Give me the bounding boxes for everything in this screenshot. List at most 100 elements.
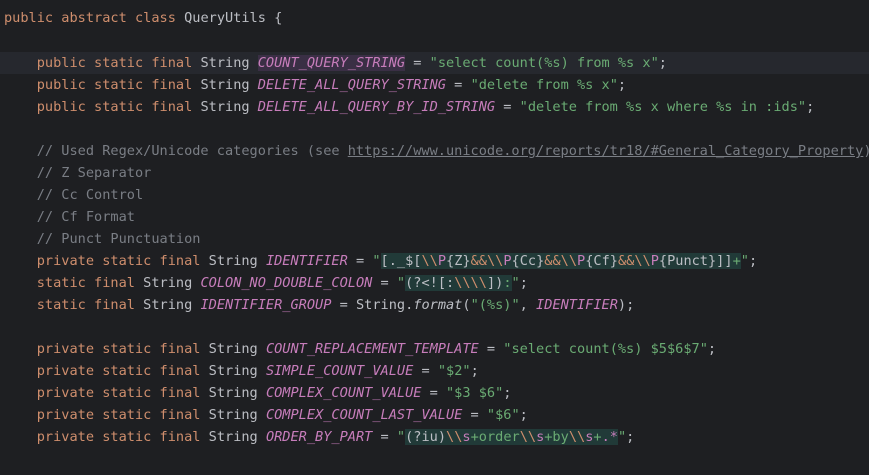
string-literal: "(?iu)\\s+order\\s+by\\s+.*" <box>396 429 627 445</box>
code-editor[interactable]: public abstract class QueryUtils { publi… <box>0 0 869 475</box>
comment-text: // Cf Format <box>36 209 135 225</box>
type-name: String <box>208 407 258 423</box>
code-line-complex-count[interactable]: private static final String COMPLEX_COUN… <box>0 382 512 404</box>
field-name: IDENTIFIER <box>265 253 348 269</box>
comment-text: // Cc Control <box>36 187 144 203</box>
keyword: public <box>36 77 86 93</box>
string-literal: "delete from %s x" <box>470 77 618 93</box>
keyword: private <box>36 385 95 401</box>
keyword: final <box>159 429 201 445</box>
regex-injection: (?iu)\\s+order\\s+by\\s+.* <box>405 429 618 445</box>
keyword: private <box>36 341 95 357</box>
code-line-delete-all[interactable]: public static final String DELETE_ALL_QU… <box>0 74 626 96</box>
string-literal: "delete from %s x where %s in :ids" <box>519 99 807 115</box>
code-line-comment-cf[interactable]: // Cf Format <box>0 206 135 228</box>
keyword: static <box>36 275 86 291</box>
type-name: String <box>208 341 258 357</box>
string-literal: "select count(%s) from %s x" <box>429 55 659 71</box>
code-line-identifier-group[interactable]: static final String IDENTIFIER_GROUP = S… <box>0 294 635 316</box>
type-name: String <box>143 297 193 313</box>
field-name: COUNT_REPLACEMENT_TEMPLATE <box>265 341 479 357</box>
keyword: static <box>102 341 152 357</box>
code-line-delete-by-id[interactable]: public static final String DELETE_ALL_QU… <box>0 96 815 118</box>
keyword: final <box>159 385 201 401</box>
string-literal: "[._$[\\P{Z}&&\\P{Cc}&&\\P{Cf}&&\\P{Punc… <box>372 253 749 269</box>
code-line-comment-cc[interactable]: // Cc Control <box>0 184 143 206</box>
field-name: IDENTIFIER_GROUP <box>200 297 332 313</box>
comment-text: // Used Regex/Unicode categories (see <box>36 143 348 159</box>
code-line-identifier[interactable]: private static final String IDENTIFIER =… <box>0 250 757 272</box>
comment-text: ): <box>863 143 869 159</box>
keyword: final <box>159 407 201 423</box>
comment-text: // Z Separator <box>36 165 152 181</box>
keyword: static <box>94 99 144 115</box>
string-literal: "$3 $6" <box>446 385 504 401</box>
code-line-count-query[interactable]: public static final String COUNT_QUERY_S… <box>0 52 869 74</box>
keyword: final <box>151 55 193 71</box>
comment-text: // Punct Punctuation <box>36 231 201 247</box>
field-name: SIMPLE_COUNT_VALUE <box>265 363 414 379</box>
string-literal: "select count(%s) $5$6$7" <box>503 341 708 357</box>
type-name: String <box>200 99 250 115</box>
field-name: COMPLEX_COUNT_LAST_VALUE <box>265 407 463 423</box>
keyword: final <box>159 341 201 357</box>
keyword: static <box>94 55 144 71</box>
code-line-count-template[interactable]: private static final String COUNT_REPLAC… <box>0 338 716 360</box>
method-call: format <box>413 297 463 313</box>
field-name: COLON_NO_DOUBLE_COLON <box>200 275 373 291</box>
type-name: String <box>200 77 250 93</box>
field-name: DELETE_ALL_QUERY_STRING <box>257 77 446 93</box>
code-line-colon[interactable]: static final String COLON_NO_DOUBLE_COLO… <box>0 272 528 294</box>
regex-injection: (?<![:\\\\]): <box>405 275 512 291</box>
type-name: String <box>208 363 258 379</box>
keyword: private <box>36 363 95 379</box>
code-line-comment-regex[interactable]: // Used Regex/Unicode categories (see ht… <box>0 140 869 162</box>
code-line-order-by[interactable]: private static final String ORDER_BY_PAR… <box>0 426 634 448</box>
keyword: static <box>102 253 152 269</box>
keyword: final <box>151 99 193 115</box>
type-name: String <box>208 253 258 269</box>
regex-injection: [._$[\\P{Z}&&\\P{Cc}&&\\P{Cf}&&\\P{Punct… <box>380 253 741 269</box>
keyword: private <box>36 429 95 445</box>
keyword: static <box>36 297 86 313</box>
keyword: final <box>151 77 193 93</box>
keyword: static <box>94 77 144 93</box>
type-name: String <box>208 385 258 401</box>
brace: { <box>265 10 283 26</box>
field-name: ORDER_BY_PART <box>265 429 373 445</box>
keyword: final <box>94 297 135 313</box>
field-name: COMPLEX_COUNT_VALUE <box>265 385 422 401</box>
type-name: String <box>355 297 406 313</box>
type-name: String <box>143 275 193 291</box>
keyword: static <box>102 385 152 401</box>
type-name: String <box>200 55 250 71</box>
keyword: static <box>102 363 152 379</box>
keyword: static <box>102 429 152 445</box>
string-literal: "(?<![:\\\\]):" <box>396 275 520 291</box>
keyword: abstract <box>61 10 127 26</box>
keyword: static <box>102 407 152 423</box>
type-name: String <box>208 429 258 445</box>
keyword: public <box>4 10 54 26</box>
keyword: final <box>159 253 201 269</box>
code-line-simple-count[interactable]: private static final String SIMPLE_COUNT… <box>0 360 479 382</box>
class-name: QueryUtils <box>184 10 266 26</box>
keyword: private <box>36 253 95 269</box>
string-literal: "$2" <box>437 363 471 379</box>
string-literal: "(%s)" <box>470 297 520 313</box>
keyword: public <box>36 55 86 71</box>
field-name: COUNT_QUERY_STRING <box>257 55 406 71</box>
keyword: class <box>134 10 176 26</box>
keyword: final <box>94 275 135 291</box>
code-line-complex-count-last[interactable]: private static final String COMPLEX_COUN… <box>0 404 528 426</box>
comment-link[interactable]: https://www.unicode.org/reports/tr18/#Ge… <box>348 143 864 159</box>
code-line-comment-z[interactable]: // Z Separator <box>0 162 152 184</box>
field-name: DELETE_ALL_QUERY_BY_ID_STRING <box>257 99 496 115</box>
keyword: final <box>159 363 201 379</box>
keyword: public <box>36 99 86 115</box>
code-line-class-declaration[interactable]: public abstract class QueryUtils { <box>0 7 282 29</box>
code-line-comment-punct[interactable]: // Punct Punctuation <box>0 228 201 250</box>
field-reference: IDENTIFIER <box>536 297 618 313</box>
keyword: private <box>36 407 95 423</box>
string-literal: "$6" <box>486 407 520 423</box>
